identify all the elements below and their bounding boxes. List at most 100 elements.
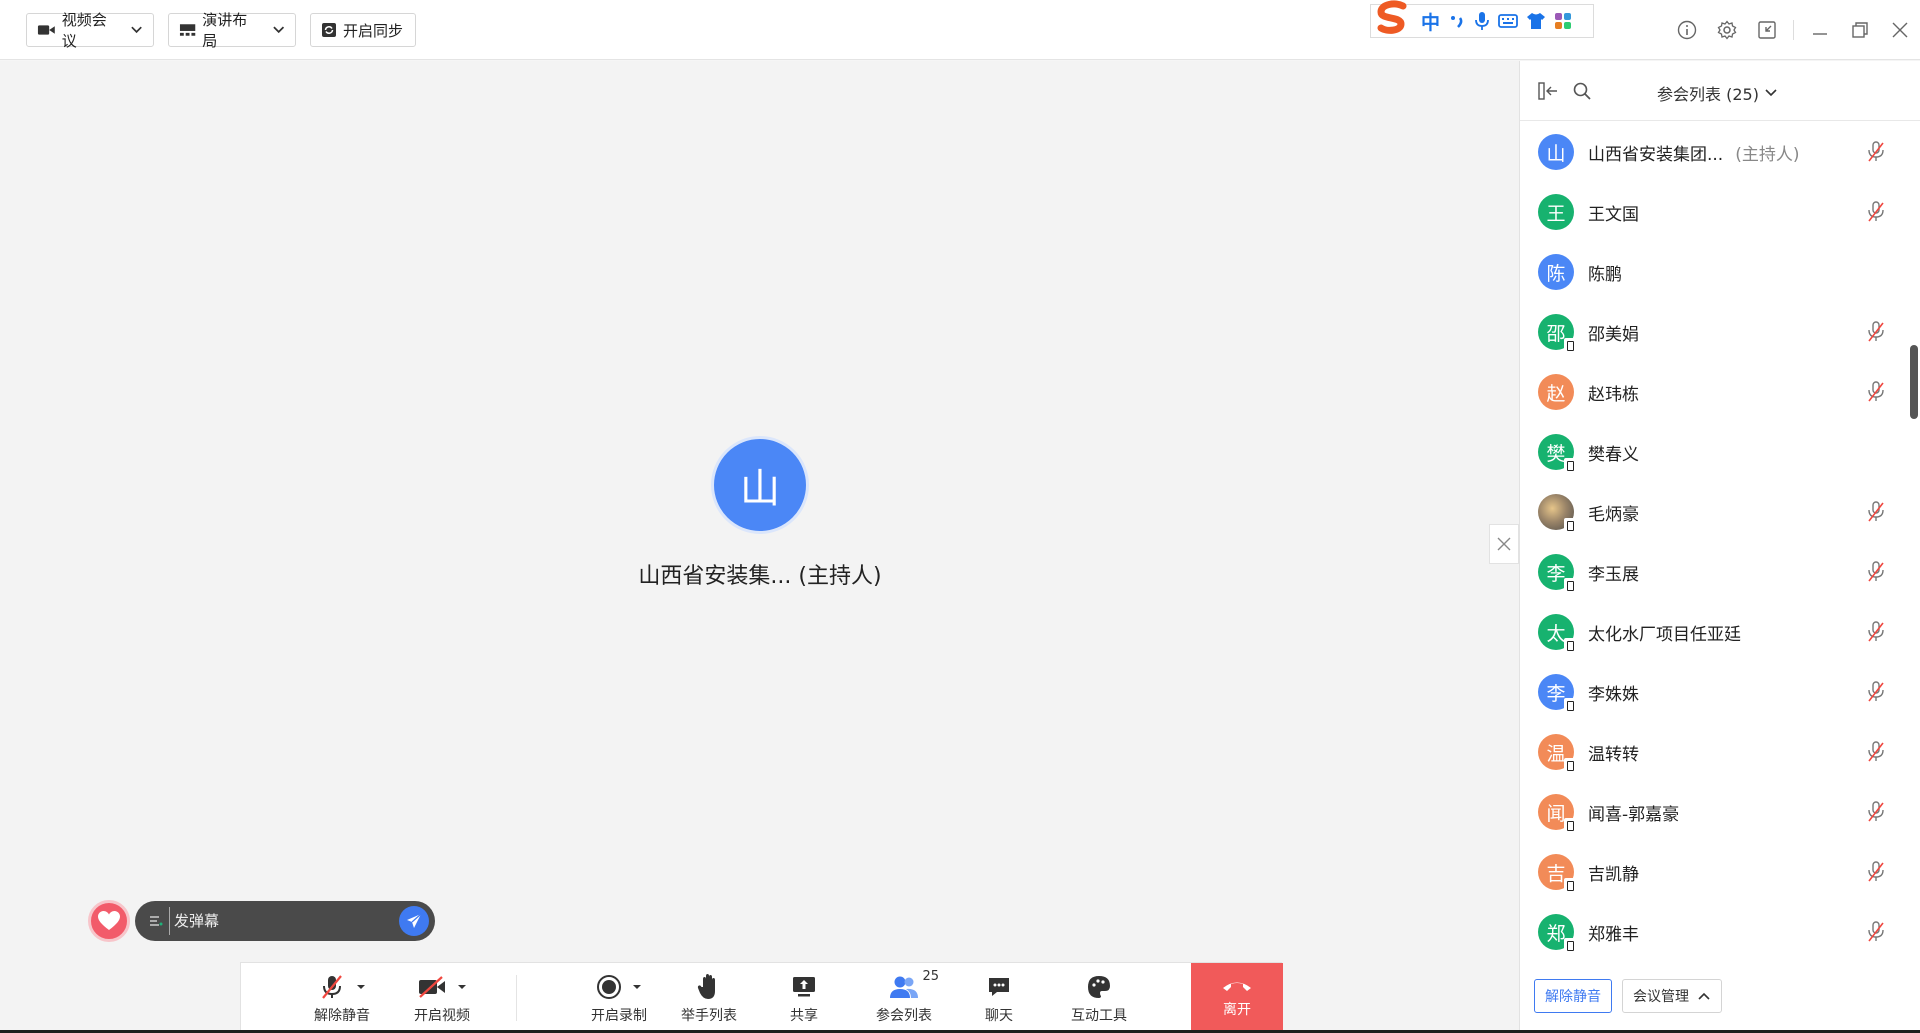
participant-row[interactable]: 毛炳豪 <box>1520 482 1910 542</box>
participant-name: 李姝姝 <box>1588 684 1639 705</box>
mobile-device-icon <box>1564 578 1577 593</box>
participant-name: 温转转 <box>1588 744 1639 765</box>
sync-button[interactable]: 开启同步 <box>310 13 416 47</box>
unmute-all-button[interactable]: 解除静音 <box>1534 979 1612 1013</box>
settings-button[interactable] <box>1707 0 1747 60</box>
send-danmaku-button[interactable] <box>399 906 429 936</box>
participants-title-dropdown[interactable]: 参会列表 (25) <box>1657 81 1779 105</box>
participant-name: 赵玮栋 <box>1588 384 1639 405</box>
unmute-button[interactable]: 解除静音 <box>297 963 387 1033</box>
speaker-avatar-char: 山 <box>740 466 780 512</box>
panel-tools <box>1538 81 1592 101</box>
top-bar: 视频会议 演讲布局 开启同步 中 <box>0 0 1920 60</box>
ime-language[interactable]: 中 <box>1421 8 1440 35</box>
minimize-icon <box>1813 33 1827 35</box>
microphone-muted-icon[interactable] <box>1866 381 1886 407</box>
meeting-mode-dropdown[interactable]: 视频会议 <box>26 11 154 50</box>
like-button[interactable] <box>88 900 130 942</box>
caret-down-icon[interactable] <box>457 984 467 990</box>
microphone-muted-icon[interactable] <box>1866 801 1886 827</box>
participants-icon-wrap: 25 <box>889 969 939 1001</box>
ime-toolbar[interactable]: 中 <box>1370 0 1594 38</box>
search-icon[interactable] <box>1572 81 1592 101</box>
participants-panel-header: 参会列表 (25) <box>1520 61 1920 121</box>
restore-button[interactable] <box>1840 0 1880 60</box>
layout-dropdown[interactable]: 演讲布局 <box>168 11 296 50</box>
video-off-icon <box>419 975 445 998</box>
participants-label: 参会列表 <box>876 1007 932 1024</box>
share-button[interactable]: 共享 <box>769 963 839 1033</box>
microphone-muted-icon[interactable] <box>1866 861 1886 887</box>
microphone-muted-icon[interactable] <box>1866 141 1886 167</box>
participant-avatar: 邵 <box>1538 314 1577 353</box>
participant-name-wrap: 山西省安装集团... (主持人) <box>1588 140 1799 165</box>
raise-hand-list-button[interactable]: 举手列表 <box>664 963 754 1033</box>
keyboard-icon[interactable] <box>1498 13 1518 29</box>
punctuation-icon[interactable] <box>1448 12 1466 30</box>
participant-row[interactable]: 李 李玉展 <box>1520 542 1910 602</box>
participants-button[interactable]: 25 参会列表 <box>859 963 949 1033</box>
meeting-toolbar: 解除静音 开启视频 开启录制 举手列表 共享 25 参会列表 聊天 互动工具 离… <box>240 962 1283 1033</box>
chevron-down-icon <box>272 26 284 34</box>
shrink-window-button[interactable] <box>1747 0 1787 60</box>
participant-avatar: 赵 <box>1538 374 1574 410</box>
participant-row[interactable]: 王 王文国 <box>1520 182 1910 242</box>
collapse-panel-button[interactable] <box>1489 524 1519 564</box>
microphone-muted-icon[interactable] <box>1866 921 1886 947</box>
caret-down-icon[interactable] <box>356 984 366 990</box>
scrollbar-track[interactable] <box>1910 122 1918 964</box>
info-button[interactable] <box>1667 0 1707 60</box>
participant-row[interactable]: 樊 樊春义 <box>1520 422 1910 482</box>
collapse-panel-icon[interactable] <box>1538 81 1560 101</box>
skin-shirt-icon[interactable] <box>1526 12 1546 30</box>
participant-row[interactable]: 陈 陈鹏 <box>1520 242 1910 302</box>
people-icon <box>890 976 918 998</box>
meeting-manage-button[interactable]: 会议管理 <box>1622 979 1722 1013</box>
participant-row[interactable]: 闻 闻喜-郭嘉豪 <box>1520 782 1910 842</box>
start-video-button[interactable]: 开启视频 <box>397 963 487 1033</box>
participant-row[interactable]: 赵 赵玮栋 <box>1520 362 1910 422</box>
danmaku-input[interactable] <box>169 907 399 935</box>
speaker-name: 山西省安装集... (主持人) <box>638 564 882 589</box>
microphone-muted-icon[interactable] <box>1866 741 1886 767</box>
apps-grid-icon[interactable] <box>1554 12 1572 30</box>
scrollbar-thumb[interactable] <box>1910 345 1918 419</box>
participant-row[interactable]: 吉 吉凯静 <box>1520 842 1910 902</box>
participant-name-wrap: 温转转 <box>1588 740 1639 765</box>
microphone-muted-icon[interactable] <box>1866 681 1886 707</box>
microphone-muted-icon[interactable] <box>1866 501 1886 527</box>
close-button[interactable] <box>1880 0 1920 60</box>
participant-name-wrap: 太化水厂项目任亚廷 <box>1588 620 1741 645</box>
caret-down-icon[interactable] <box>632 984 642 990</box>
start-video-label: 开启视频 <box>414 1007 470 1024</box>
participant-name: 樊春义 <box>1588 444 1639 465</box>
record-label: 开启录制 <box>591 1007 647 1024</box>
participant-row[interactable]: 山 山西省安装集团... (主持人) <box>1520 122 1910 182</box>
participant-row[interactable]: 温 温转转 <box>1520 722 1910 782</box>
participant-avatar: 山 <box>1538 134 1574 170</box>
microphone-muted-icon[interactable] <box>1866 201 1886 227</box>
participant-row[interactable]: 李 李姝姝 <box>1520 662 1910 722</box>
participant-name-wrap: 李玉展 <box>1588 560 1639 585</box>
participant-list[interactable]: 山山西省安装集团... (主持人) 王王文国陈陈鹏邵邵美娟赵赵玮栋樊樊春义 毛炳豪李李… <box>1520 122 1910 962</box>
participant-avatar: 温 <box>1538 734 1577 773</box>
video-camera-icon <box>37 25 55 35</box>
record-button[interactable]: 开启录制 <box>574 963 664 1033</box>
minimize-button[interactable] <box>1800 0 1840 60</box>
participant-avatar-char: 吉 <box>1546 862 1566 885</box>
microphone-muted-icon <box>322 974 342 999</box>
participant-row[interactable]: 邵 邵美娟 <box>1520 302 1910 362</box>
participant-row[interactable]: 太 太化水厂项目任亚廷 <box>1520 602 1910 662</box>
leave-meeting-button[interactable]: 离开 <box>1191 963 1283 1033</box>
microphone-muted-icon[interactable] <box>1866 561 1886 587</box>
participant-row[interactable]: 郑 郑雅丰 <box>1520 902 1910 962</box>
share-icon-wrap <box>791 973 817 1001</box>
interactive-tools-button[interactable]: 互动工具 <box>1054 963 1144 1033</box>
participant-name: 吉凯静 <box>1588 864 1639 885</box>
chat-button[interactable]: 聊天 <box>964 963 1034 1033</box>
microphone-muted-icon[interactable] <box>1866 321 1886 347</box>
danmaku-list-icon[interactable] <box>149 915 163 927</box>
chevron-down-icon <box>1765 89 1777 97</box>
microphone-muted-icon[interactable] <box>1866 621 1886 647</box>
microphone-icon[interactable] <box>1474 11 1490 31</box>
